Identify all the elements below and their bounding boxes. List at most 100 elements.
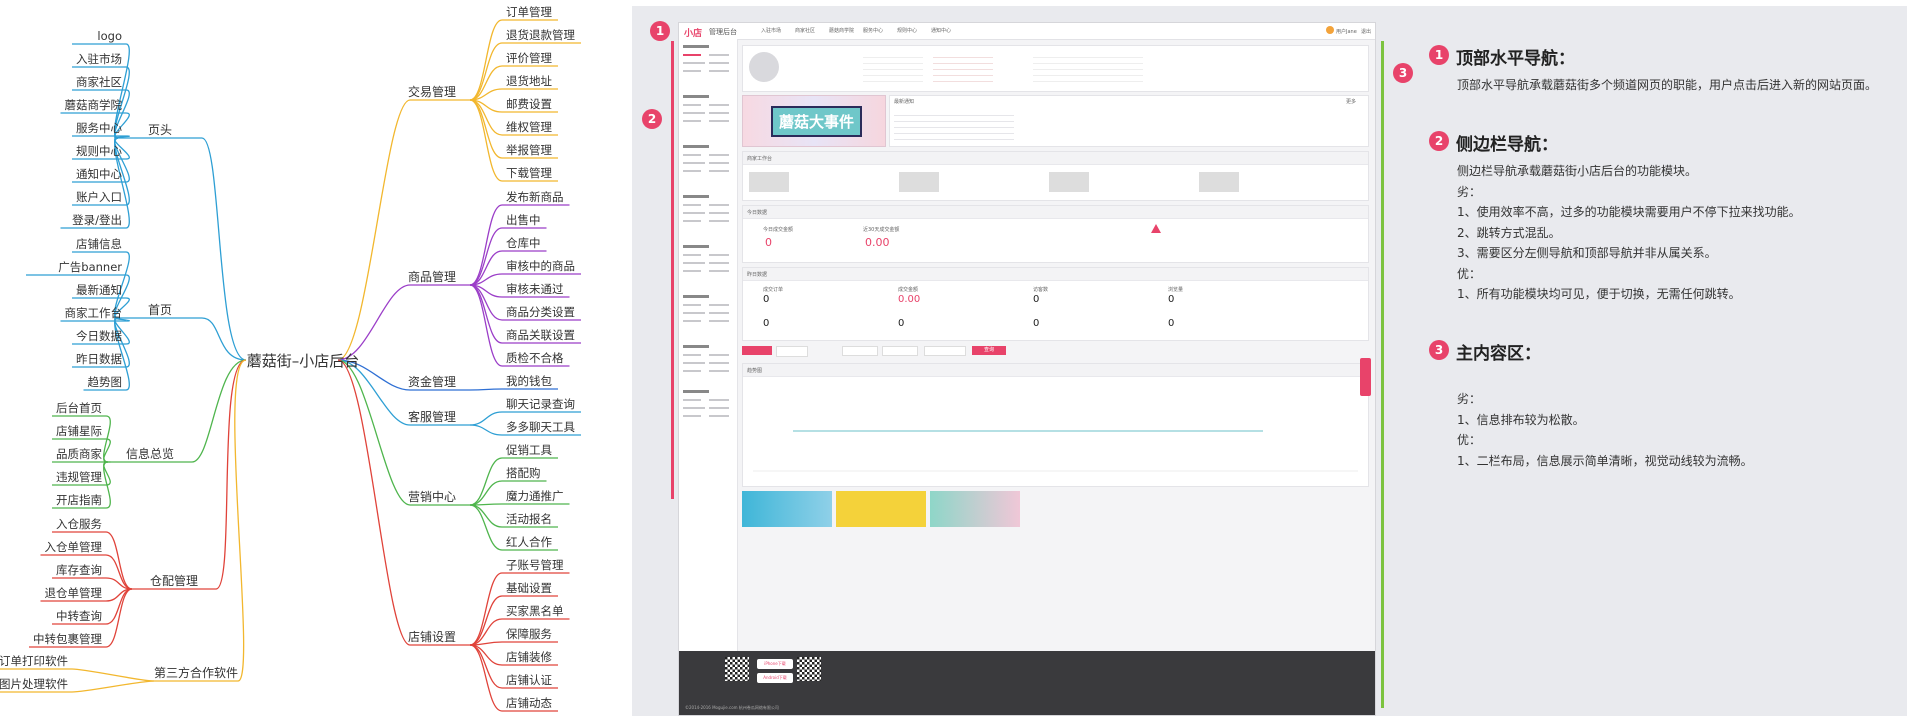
annotation-line: 劣： — [1457, 392, 1482, 406]
sidebar-item[interactable] — [683, 204, 701, 206]
sidebar-item[interactable] — [683, 354, 701, 356]
sidebar-item[interactable] — [709, 370, 729, 372]
promo-tile-event[interactable] — [836, 491, 926, 527]
leaf-label: 品质商家 — [56, 447, 102, 461]
sidebar-item[interactable] — [683, 320, 701, 322]
notice-more-link[interactable]: 更多 — [1346, 98, 1356, 105]
top-nav-link[interactable]: 规则中心 — [897, 27, 917, 34]
sidebar-item[interactable] — [683, 399, 701, 401]
top-nav-link[interactable]: 通知中心 — [931, 27, 951, 34]
sidebar-item[interactable] — [709, 54, 729, 56]
sidebar-item[interactable] — [709, 399, 729, 401]
sidebar-item[interactable] — [683, 220, 701, 222]
sidebar-item[interactable] — [709, 220, 729, 222]
leaf-label: 账户入口 — [76, 190, 122, 204]
sidebar-item[interactable] — [709, 112, 729, 114]
metric-select[interactable] — [924, 346, 966, 356]
promo-tile-season[interactable] — [930, 491, 1020, 527]
sidebar-item[interactable] — [683, 154, 701, 156]
sidebar-item[interactable] — [683, 262, 705, 264]
sidebar-item[interactable] — [683, 407, 705, 409]
top-nav-link[interactable]: 入驻市场 — [761, 27, 781, 34]
sidebar-item[interactable] — [709, 304, 729, 306]
top-nav-link[interactable]: 商家社区 — [795, 27, 815, 34]
sidebar-item[interactable] — [683, 304, 701, 306]
sidebar-group-header[interactable] — [683, 195, 709, 198]
sidebar-item[interactable] — [683, 312, 705, 314]
shop-logo[interactable]: 小店 — [684, 26, 702, 39]
sidebar-item[interactable] — [709, 162, 729, 164]
sidebar-group-header[interactable] — [683, 295, 709, 298]
sidebar-group-header[interactable] — [683, 345, 709, 348]
badge-2-sidebar: 2 — [641, 108, 663, 130]
branch-label: 首页 — [148, 303, 172, 317]
sidebar-group-header[interactable] — [683, 245, 709, 248]
filter-tab-active[interactable] — [742, 346, 772, 355]
leaf-label: 订单打印软件 — [0, 654, 68, 668]
sidebar-item[interactable] — [709, 320, 729, 322]
logout-link[interactable]: 退出 — [1361, 28, 1371, 35]
annotation-body-3: 劣： 1、信息排布较为松散。 优： 1、二栏布局，信息展示简单清晰，视觉动线较为流畅。 — [1457, 389, 1753, 471]
sidebar-item[interactable] — [683, 162, 705, 164]
sidebar-item[interactable] — [683, 112, 705, 114]
yesterday-value: 0 — [763, 294, 770, 305]
date-end-input[interactable] — [882, 346, 918, 356]
leaf-label: 店铺认证 — [506, 673, 552, 687]
leaf-connector — [469, 388, 503, 391]
footer-android-button[interactable]: Android下载 — [757, 673, 793, 683]
search-button[interactable]: 查询 — [972, 346, 1006, 355]
leaf-label: 蘑菇商学院 — [65, 98, 123, 112]
sidebar-item[interactable] — [709, 204, 729, 206]
sidebar-item[interactable] — [683, 70, 701, 72]
sidebar-item[interactable] — [683, 120, 701, 122]
user-label[interactable]: 用户Jane — [1336, 28, 1357, 35]
sidebar-item[interactable] — [683, 54, 701, 56]
sidebar-item[interactable] — [709, 354, 729, 356]
filter-tab[interactable] — [776, 346, 808, 357]
sidebar-group-header[interactable] — [683, 145, 709, 148]
sidebar-item[interactable] — [709, 170, 729, 172]
sidebar-item[interactable] — [683, 362, 705, 364]
footer: iPhone下载 Android下载 ©2014-2016 Mogujie.co… — [679, 651, 1375, 715]
sidebar-group-header[interactable] — [683, 45, 709, 48]
branch-label: 资金管理 — [408, 374, 456, 389]
sidebar-item[interactable] — [683, 415, 701, 417]
sidebar-group-header[interactable] — [683, 390, 709, 393]
top-nav-link[interactable]: 服务中心 — [863, 27, 883, 34]
leaf-label: 趋势图 — [88, 375, 123, 389]
sidebar-item[interactable] — [709, 62, 729, 64]
sidebar-item[interactable] — [683, 212, 705, 214]
top-nav-link[interactable]: 蘑菇商学院 — [829, 27, 854, 34]
sidebar-item[interactable] — [683, 254, 701, 256]
annotation-body-2: 侧边栏导航承载蘑菇街小店后台的功能模块。 劣： 1、使用效率不高，过多的功能模块需要… — [1457, 161, 1801, 305]
leaf-connector — [105, 531, 133, 590]
promo-tile-live[interactable] — [742, 491, 832, 527]
sidebar-item[interactable] — [683, 170, 701, 172]
sidebar-item[interactable] — [683, 104, 701, 106]
sidebar-item[interactable] — [709, 154, 729, 156]
sidebar-item[interactable] — [709, 362, 729, 364]
sidebar-item[interactable] — [709, 270, 729, 272]
footer-qr-2 — [797, 657, 821, 681]
footer-ios-button[interactable]: iPhone下载 — [757, 659, 793, 669]
sidebar-item[interactable] — [709, 120, 729, 122]
sidebar-item[interactable] — [709, 254, 729, 256]
sidebar-group-header[interactable] — [683, 95, 709, 98]
sidebar-item[interactable] — [683, 370, 701, 372]
leaf-label: 店铺动态 — [506, 696, 552, 710]
date-start-input[interactable] — [842, 346, 878, 356]
sidebar-item[interactable] — [709, 104, 729, 106]
sidebar-item[interactable] — [709, 70, 729, 72]
ad-banner[interactable]: 蘑菇大事件 — [742, 95, 886, 147]
sidebar-item[interactable] — [683, 270, 701, 272]
sidebar-item[interactable] — [709, 415, 729, 417]
sidebar-item[interactable] — [709, 407, 729, 409]
sidebar-item[interactable] — [709, 312, 729, 314]
float-toolbar[interactable] — [1360, 358, 1371, 396]
sidebar-item[interactable] — [709, 262, 729, 264]
sidebar-item[interactable] — [709, 212, 729, 214]
leaf-label: 搭配购 — [506, 466, 541, 480]
avatar[interactable] — [1326, 26, 1334, 34]
sidebar-item[interactable] — [683, 62, 705, 64]
leaf-label: 库存查询 — [56, 563, 102, 577]
